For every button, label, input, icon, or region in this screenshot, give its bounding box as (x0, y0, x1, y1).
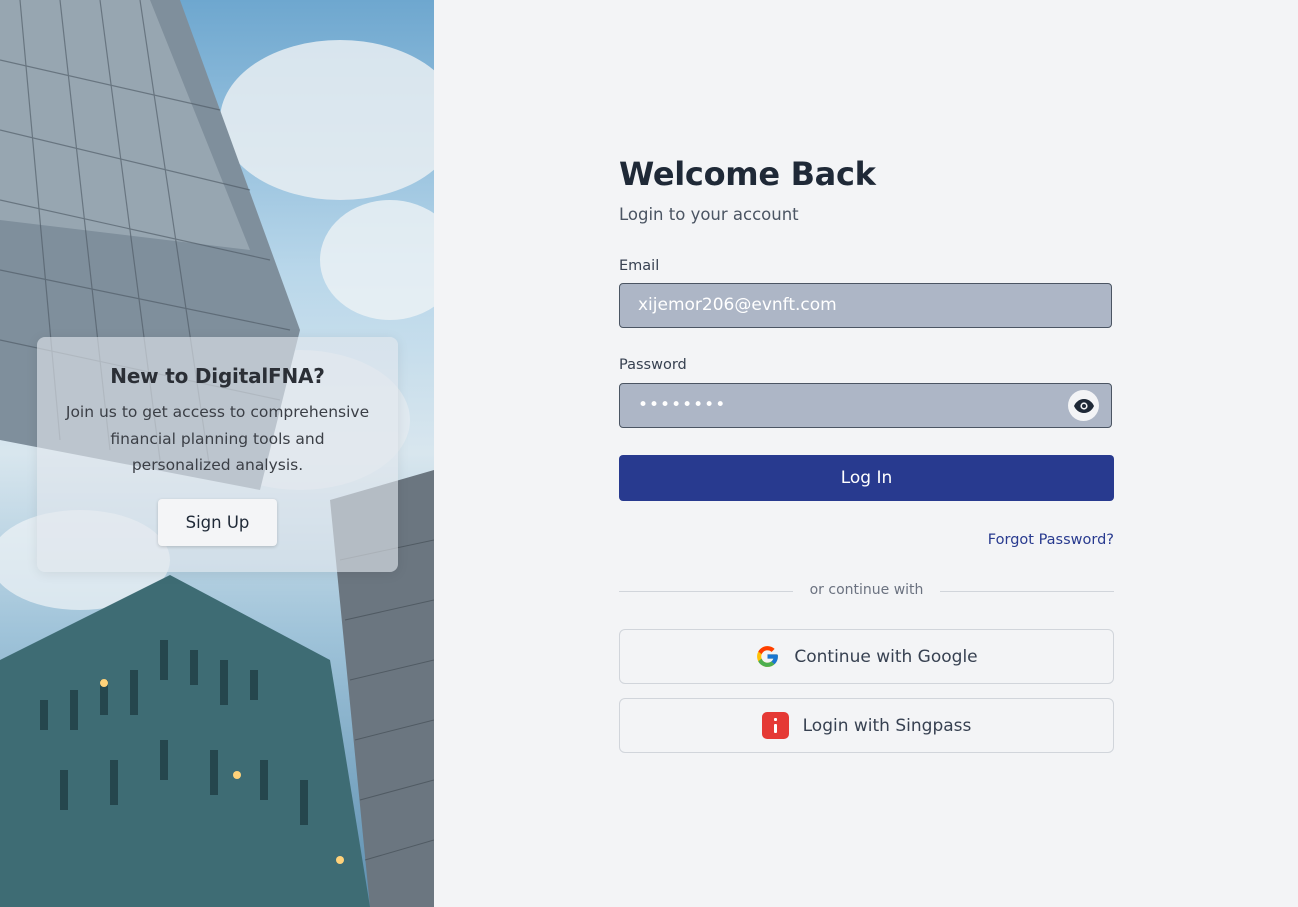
password-label: Password (619, 357, 687, 373)
log-in-button[interactable]: Log In (619, 455, 1114, 501)
forgot-password-link[interactable]: Forgot Password? (988, 532, 1114, 548)
divider-line-right (940, 591, 1114, 592)
login-with-singpass-button[interactable]: Login with Singpass (619, 698, 1114, 753)
google-button-label: Continue with Google (794, 646, 978, 667)
email-field[interactable]: xijemor206@evnft.com (619, 283, 1112, 328)
page-subtitle: Login to your account (619, 205, 799, 224)
show-password-button[interactable] (1068, 390, 1099, 421)
singpass-icon (761, 712, 789, 739)
hero-image-panel: New to DigitalFNA? Join us to get access… (0, 0, 434, 907)
page-title: Welcome Back (619, 155, 876, 193)
divider-text: or continue with (809, 582, 924, 598)
password-field[interactable]: •••••••• (619, 383, 1112, 428)
google-icon (755, 644, 780, 669)
email-label: Email (619, 258, 660, 274)
eye-icon (1073, 398, 1094, 413)
promo-description: Join us to get access to comprehensive f… (65, 403, 370, 474)
singpass-button-label: Login with Singpass (802, 715, 972, 736)
sso-divider: or continue with (619, 581, 1114, 601)
login-panel: Welcome Back Login to your account Email… (434, 0, 1298, 907)
promo-title: New to DigitalFNA? (110, 364, 325, 388)
signup-promo-card: New to DigitalFNA? Join us to get access… (37, 337, 398, 572)
password-value: •••••••• (638, 395, 727, 415)
sign-up-button[interactable]: Sign Up (158, 499, 277, 546)
continue-with-google-button[interactable]: Continue with Google (619, 629, 1114, 684)
login-form: Welcome Back Login to your account Email… (619, 150, 1114, 753)
